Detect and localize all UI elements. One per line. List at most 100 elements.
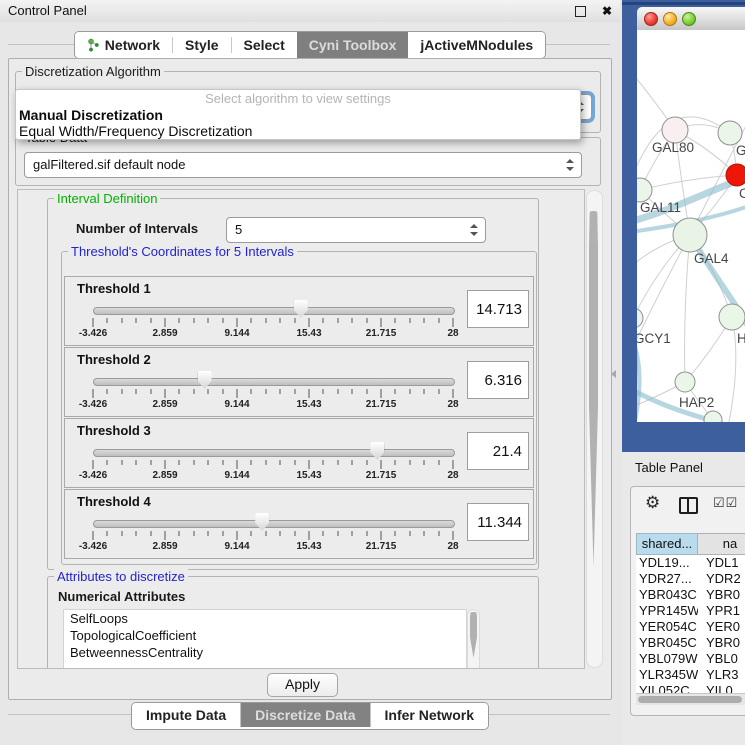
table-cell[interactable]: YDL1 [698, 555, 745, 571]
attribute-item[interactable]: BetweennessCentrality [64, 644, 466, 661]
tick-labels: -3.4262.8599.14415.4321.71528 [93, 328, 453, 340]
table-row[interactable]: YDR27...YDR2 [636, 571, 745, 587]
tick [453, 389, 454, 398]
attribute-item[interactable]: TopologicalCoefficient [64, 627, 466, 644]
tab-discretize-data[interactable]: Discretize Data [240, 703, 369, 727]
table-cell[interactable]: YBR043C [636, 587, 698, 603]
table-cell[interactable]: YBR0 [698, 587, 745, 603]
tab-label: Cyni Toolbox [309, 37, 397, 53]
network-window-titlebar[interactable] [637, 7, 745, 31]
network-node[interactable] [673, 218, 707, 252]
slider-track[interactable] [93, 378, 455, 386]
table-data-combo[interactable]: galFiltered.sif default node [24, 152, 582, 178]
network-node[interactable] [637, 178, 652, 202]
scrollbar-thumb[interactable] [638, 696, 742, 703]
close-icon[interactable]: ✖ [602, 0, 612, 22]
table-row[interactable]: YDL19...YDL1 [636, 555, 745, 571]
slider-thumb[interactable] [255, 513, 269, 531]
attributes-list[interactable]: SelfLoopsTopologicalCoefficientBetweenne… [63, 609, 467, 669]
tab-impute-data[interactable]: Impute Data [132, 703, 240, 727]
table-cell[interactable]: YBL0 [698, 651, 745, 667]
table-cell[interactable]: YBR0 [698, 635, 745, 651]
table-cell[interactable]: YBL079W [636, 651, 698, 667]
threshold-value-field[interactable]: 11.344 [467, 503, 529, 541]
tick [136, 318, 137, 323]
table-row[interactable]: YPR145WYPR1 [636, 603, 745, 619]
attribute-item[interactable]: SelfLoops [64, 610, 466, 627]
scrollbar-thumb[interactable] [470, 612, 477, 658]
splitter-collapse-icon[interactable] [611, 370, 616, 378]
tick-label: 28 [423, 541, 483, 552]
network-edge[interactable] [685, 235, 690, 382]
slider-track[interactable] [93, 449, 455, 457]
table-row[interactable]: YBL079WYBL0 [636, 651, 745, 667]
tab-infer-network[interactable]: Infer Network [370, 703, 488, 727]
minimize-traffic-light-icon[interactable] [663, 12, 677, 26]
table-row[interactable]: YBR045CYBR0 [636, 635, 745, 651]
table-cell[interactable]: YDL19... [636, 555, 698, 571]
table-cell[interactable]: YPR1 [698, 603, 745, 619]
network-node[interactable] [704, 411, 722, 422]
slider-thumb[interactable] [198, 371, 212, 389]
table-horizontal-scrollbar[interactable] [636, 693, 745, 705]
tab-jactivemnodules[interactable]: jActiveMNodules [408, 32, 545, 58]
select-columns-checkboxes-icon[interactable]: ☑☑ [713, 495, 738, 511]
tick-label: 15.43 [279, 328, 339, 339]
table-cell[interactable]: YDR2 [698, 571, 745, 587]
table-cell[interactable]: YBR045C [636, 635, 698, 651]
tick [309, 389, 310, 398]
tab-style[interactable]: Style [173, 32, 230, 58]
tick-label: 28 [423, 328, 483, 339]
table-row[interactable]: YER054CYER0 [636, 619, 745, 635]
network-node[interactable] [637, 308, 643, 328]
columns-icon[interactable] [679, 497, 698, 514]
table-cell[interactable]: YER054C [636, 619, 698, 635]
zoom-traffic-light-icon[interactable] [682, 12, 696, 26]
table-row[interactable]: YBR043CYBR0 [636, 587, 745, 603]
table-cell[interactable]: YLR3 [698, 667, 745, 683]
threshold-value-field[interactable]: 6.316 [467, 361, 529, 399]
gear-icon[interactable]: ⚙ [645, 493, 660, 513]
float-window-icon[interactable] [575, 6, 586, 17]
network-node[interactable] [726, 164, 745, 186]
network-canvas[interactable]: GAL80GACGAL11GAL4GCY1HHAP2 [637, 30, 745, 422]
table-cell[interactable]: YPR145W [636, 603, 698, 619]
tab-network[interactable]: Network [75, 32, 172, 58]
tick [136, 531, 137, 536]
network-node[interactable] [675, 372, 695, 392]
slider-thumb[interactable] [370, 442, 384, 460]
threshold-value-field[interactable]: 14.713 [467, 290, 529, 328]
tick-label: 28 [423, 399, 483, 410]
network-node[interactable] [719, 304, 745, 330]
attributes-scrollbar[interactable] [467, 609, 480, 669]
column-header-shared-[interactable]: shared... [636, 533, 698, 555]
tab-select[interactable]: Select [232, 32, 297, 58]
column-header-na[interactable]: na [698, 533, 745, 555]
close-traffic-light-icon[interactable] [644, 12, 658, 26]
slider-thumb[interactable] [294, 300, 308, 318]
tick [424, 460, 425, 465]
tick [121, 460, 122, 465]
table-cell[interactable]: YER0 [698, 619, 745, 635]
slider-track[interactable] [93, 520, 455, 528]
network-icon [87, 38, 100, 52]
tick [93, 531, 94, 540]
scrollbar-thumb[interactable] [589, 211, 598, 567]
tick-label: 21.715 [351, 328, 411, 339]
tab-cyni-toolbox[interactable]: Cyni Toolbox [297, 32, 409, 58]
network-node[interactable] [718, 121, 742, 145]
table-cell[interactable]: YDR27... [636, 571, 698, 587]
network-edge[interactable] [729, 317, 736, 422]
tick [107, 531, 108, 536]
main-scrollbar[interactable] [586, 190, 603, 668]
popup-option-equal-width-frequency-discretization[interactable]: Equal Width/Frequency Discretization [19, 123, 252, 139]
apply-button[interactable]: Apply [267, 673, 338, 697]
table-cell[interactable]: YLR345W [636, 667, 698, 683]
tick-label: 21.715 [351, 470, 411, 481]
popup-option-manual-discretization[interactable]: Manual Discretization [19, 107, 163, 123]
num-intervals-combo[interactable]: 5 [226, 217, 486, 243]
tick [208, 318, 209, 323]
table-row[interactable]: YLR345WYLR3 [636, 667, 745, 683]
threshold-value-field[interactable]: 21.4 [467, 432, 529, 470]
slider-track[interactable] [93, 307, 455, 315]
